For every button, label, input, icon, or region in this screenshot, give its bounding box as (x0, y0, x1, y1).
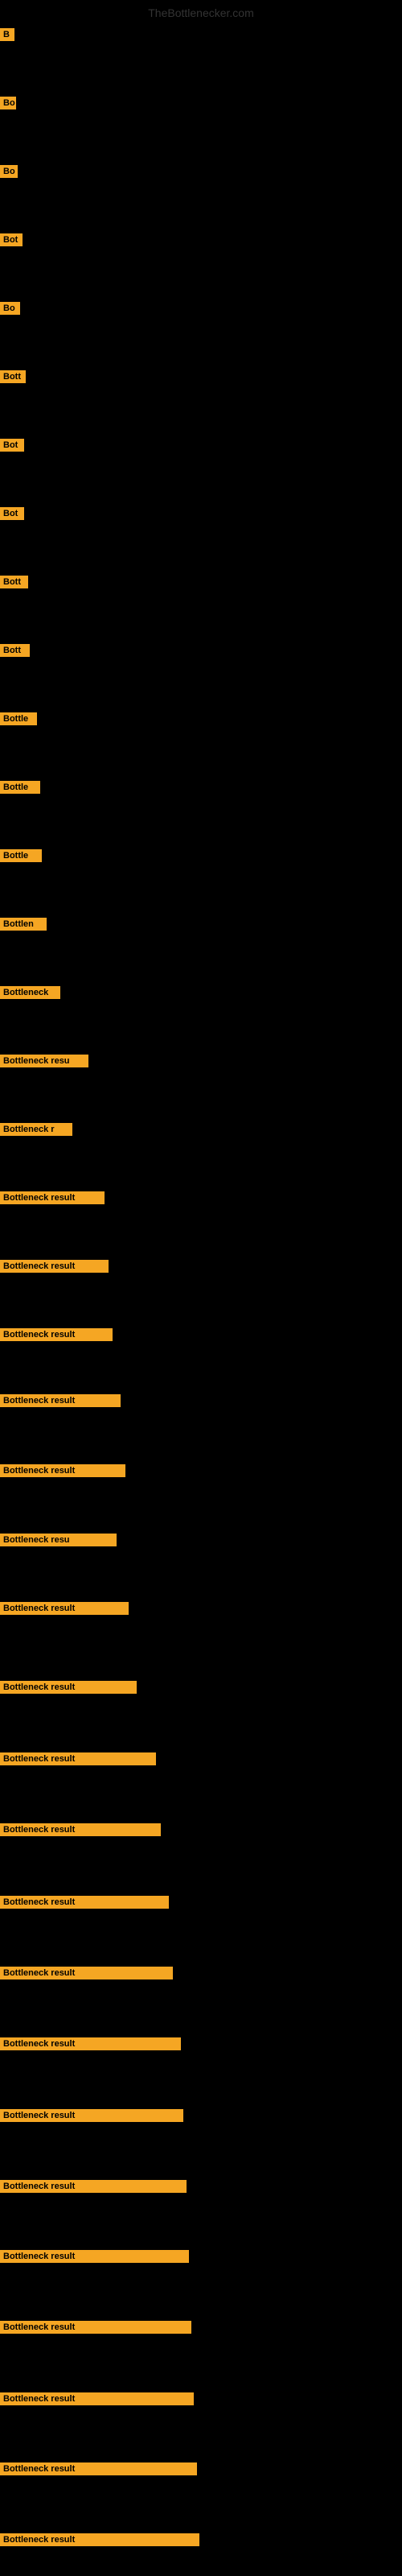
bar-item-33: Bottleneck result (0, 2321, 191, 2338)
bar-label-5: Bott (0, 370, 26, 383)
bar-label-4: Bo (0, 302, 20, 315)
bar-item-10: Bottle (0, 712, 37, 729)
bar-item-14: Bottleneck (0, 986, 60, 1003)
bar-item-23: Bottleneck result (0, 1602, 129, 1619)
bar-label-23: Bottleneck result (0, 1602, 129, 1615)
bar-label-8: Bott (0, 576, 28, 588)
bar-label-15: Bottleneck resu (0, 1055, 88, 1067)
bar-item-34: Bottleneck result (0, 2392, 194, 2409)
bar-item-7: Bot (0, 507, 24, 524)
bar-item-25: Bottleneck result (0, 1752, 156, 1769)
bar-label-32: Bottleneck result (0, 2250, 189, 2263)
bar-item-28: Bottleneck result (0, 1967, 173, 1984)
bar-label-20: Bottleneck result (0, 1394, 121, 1407)
bar-label-19: Bottleneck result (0, 1328, 113, 1341)
bar-item-16: Bottleneck r (0, 1123, 72, 1140)
bar-item-12: Bottle (0, 849, 42, 866)
bar-item-27: Bottleneck result (0, 1896, 169, 1913)
bar-label-35: Bottleneck result (0, 2462, 197, 2475)
bar-item-15: Bottleneck resu (0, 1055, 88, 1071)
bar-label-10: Bottle (0, 712, 37, 725)
bar-label-3: Bot (0, 233, 23, 246)
bar-label-27: Bottleneck result (0, 1896, 169, 1909)
bar-item-2: Bo (0, 165, 18, 182)
bar-label-13: Bottlen (0, 918, 47, 931)
bar-item-29: Bottleneck result (0, 2037, 181, 2054)
bar-label-0: B (0, 28, 14, 41)
bar-item-35: Bottleneck result (0, 2462, 197, 2479)
bar-item-30: Bottleneck result (0, 2109, 183, 2126)
bar-label-11: Bottle (0, 781, 40, 794)
bar-label-18: Bottleneck result (0, 1260, 109, 1273)
bar-item-31: Bottleneck result (0, 2180, 187, 2197)
bar-item-32: Bottleneck result (0, 2250, 189, 2267)
bar-item-36: Bottleneck result (0, 2533, 199, 2550)
bar-label-9: Bott (0, 644, 30, 657)
bar-label-24: Bottleneck result (0, 1681, 137, 1694)
bar-item-3: Bot (0, 233, 23, 250)
bar-item-18: Bottleneck result (0, 1260, 109, 1277)
bar-label-26: Bottleneck result (0, 1823, 161, 1836)
bar-item-6: Bot (0, 439, 24, 456)
bar-label-36: Bottleneck result (0, 2533, 199, 2546)
bar-label-2: Bo (0, 165, 18, 178)
bar-label-6: Bot (0, 439, 24, 452)
bar-item-17: Bottleneck result (0, 1191, 105, 1208)
bar-item-1: Bo (0, 97, 16, 114)
bar-item-0: B (0, 28, 14, 45)
bar-item-9: Bott (0, 644, 30, 661)
bar-label-17: Bottleneck result (0, 1191, 105, 1204)
bar-item-5: Bott (0, 370, 26, 387)
bar-item-20: Bottleneck result (0, 1394, 121, 1411)
bar-label-7: Bot (0, 507, 24, 520)
bar-label-1: Bo (0, 97, 16, 109)
bar-label-31: Bottleneck result (0, 2180, 187, 2193)
bar-label-25: Bottleneck result (0, 1752, 156, 1765)
bar-item-8: Bott (0, 576, 28, 592)
bar-item-4: Bo (0, 302, 20, 319)
bar-label-12: Bottle (0, 849, 42, 862)
bar-item-22: Bottleneck resu (0, 1534, 117, 1550)
bar-label-21: Bottleneck result (0, 1464, 125, 1477)
bar-item-24: Bottleneck result (0, 1681, 137, 1698)
bar-label-33: Bottleneck result (0, 2321, 191, 2334)
bar-label-14: Bottleneck (0, 986, 60, 999)
site-title: TheBottlenecker.com (148, 6, 254, 19)
bar-item-26: Bottleneck result (0, 1823, 161, 1840)
bar-label-30: Bottleneck result (0, 2109, 183, 2122)
bar-item-13: Bottlen (0, 918, 47, 935)
bar-label-34: Bottleneck result (0, 2392, 194, 2405)
bar-label-29: Bottleneck result (0, 2037, 181, 2050)
bar-label-28: Bottleneck result (0, 1967, 173, 1979)
bar-item-11: Bottle (0, 781, 40, 798)
bar-item-19: Bottleneck result (0, 1328, 113, 1345)
bar-label-22: Bottleneck resu (0, 1534, 117, 1546)
bar-label-16: Bottleneck r (0, 1123, 72, 1136)
bar-item-21: Bottleneck result (0, 1464, 125, 1481)
